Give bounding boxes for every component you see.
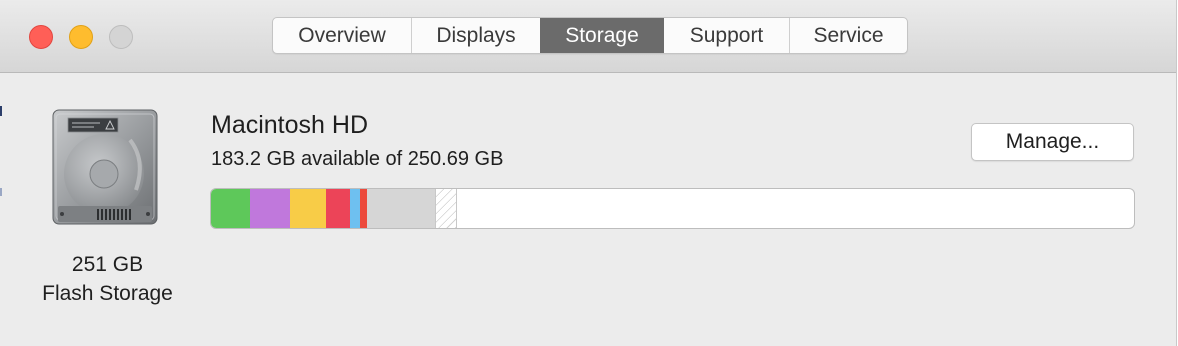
- storage-segment-purgeable[interactable]: [435, 189, 458, 228]
- volume-name: Macintosh HD: [211, 111, 368, 139]
- tab-support[interactable]: Support: [663, 18, 789, 53]
- storage-usage-bar: [210, 188, 1135, 229]
- minimize-button[interactable]: [69, 25, 93, 49]
- tab-service[interactable]: Service: [789, 18, 907, 53]
- storage-segment[interactable]: [326, 189, 351, 228]
- storage-segment[interactable]: [211, 189, 250, 228]
- manage-button[interactable]: Manage...: [971, 123, 1134, 161]
- storage-segment[interactable]: [350, 189, 360, 228]
- tab-overview[interactable]: Overview: [273, 18, 411, 53]
- storage-segment[interactable]: [366, 189, 436, 228]
- title-bar: Overview Displays Storage Support Servic…: [0, 0, 1176, 73]
- hard-drive-icon: [52, 109, 158, 225]
- tab-displays[interactable]: Displays: [411, 18, 540, 53]
- drive-capacity-label: 251 GB: [71, 253, 144, 276]
- storage-segment[interactable]: [290, 189, 327, 228]
- zoom-button[interactable]: [109, 25, 133, 49]
- background-window-edge: [0, 188, 2, 196]
- tab-bar: Overview Displays Storage Support Servic…: [272, 17, 908, 54]
- storage-segment[interactable]: [359, 189, 367, 228]
- background-window-edge: [0, 106, 2, 116]
- storage-segment[interactable]: [249, 189, 291, 228]
- close-button[interactable]: [29, 25, 53, 49]
- volume-availability: 183.2 GB available of 250.69 GB: [211, 148, 504, 170]
- tab-storage[interactable]: Storage: [540, 18, 663, 53]
- drive-type-label: Flash Storage: [42, 282, 173, 305]
- about-this-mac-window: Overview Displays Storage Support Servic…: [0, 0, 1177, 346]
